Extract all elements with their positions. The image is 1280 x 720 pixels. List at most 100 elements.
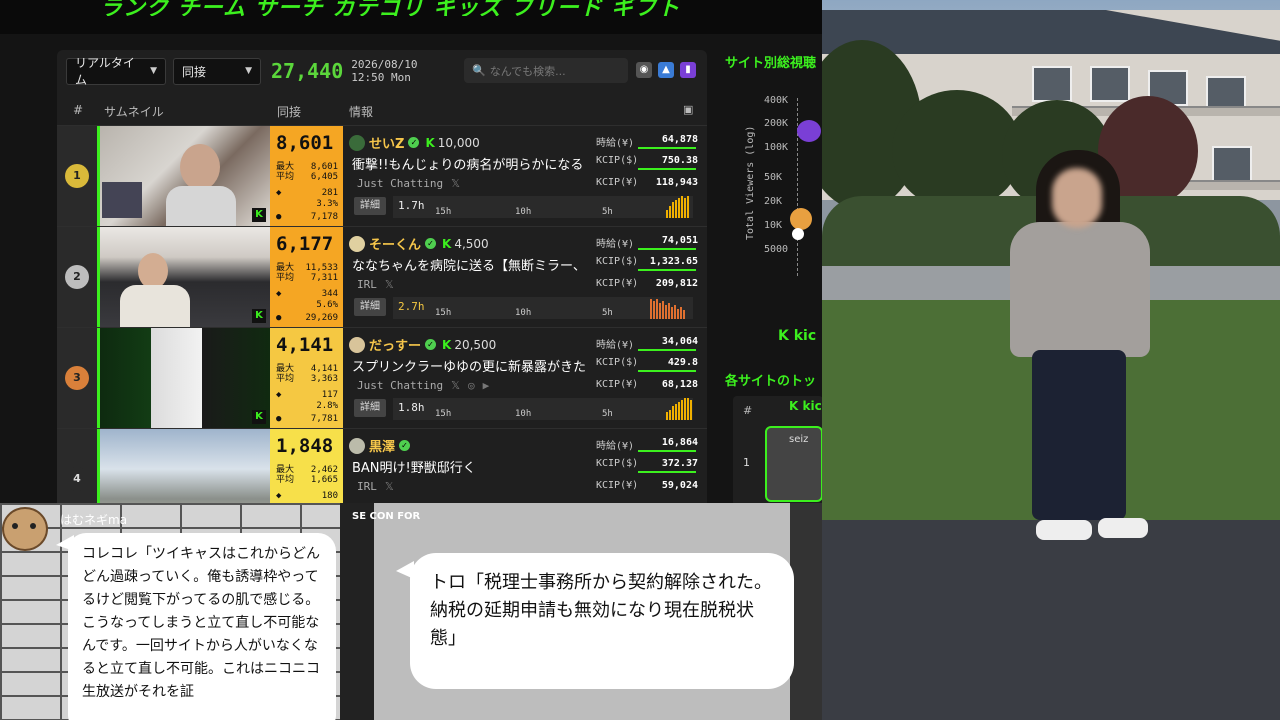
avatar [349, 336, 365, 353]
stream-info: 黒澤 ✓ BAN明け!野獣邸行く IRL 𝕏 [349, 429, 595, 503]
streamer-avatar-marker[interactable] [797, 120, 821, 142]
x-icon[interactable]: 𝕏 [385, 278, 394, 291]
earnings-bar [638, 349, 696, 351]
streamer-name[interactable]: だっすー ✓ K 20,500 [349, 335, 496, 354]
y-tick: 50K [764, 172, 783, 183]
metric-select-value: 同接 [182, 64, 207, 79]
stream-title[interactable]: 衝撃!!もんじょりの病名が明らかになる [352, 154, 590, 173]
table-row[interactable]: 3 K 4,141 最大 4,141 平均 3,363 ◆ 117 2.8% ● 7,7… [57, 327, 707, 428]
stream-title[interactable]: BAN明け!野獣邸行く [352, 457, 590, 476]
datetime: 2026/08/10 12:50 Mon [351, 58, 417, 84]
kcip-usd: KCIP($) 750.38 [596, 155, 698, 166]
follower-count: K 4,500 [442, 237, 489, 251]
date-text: 2026/08/10 [351, 58, 418, 71]
kcip-usd: KCIP($) 429.8 [596, 357, 698, 368]
timeline-tick: 10h [515, 308, 532, 318]
streamer-name[interactable]: そーくん ✓ K 4,500 [349, 234, 489, 253]
kick-icon: K [789, 399, 799, 413]
streamer-body [166, 186, 236, 226]
stat-3: ● 29,269 [276, 313, 338, 323]
kcip-jpy-value: 68,128 [661, 379, 698, 390]
x-icon[interactable]: 𝕏 [385, 480, 394, 493]
stat-3-value: 7,781 [310, 414, 338, 424]
earnings: 時給(¥) 16,864 KCIP($) 372.37 KCIP(¥) 59,024 [594, 429, 700, 503]
road [822, 520, 1280, 720]
timeline-tick: 15h [435, 207, 452, 217]
stream-thumbnail[interactable]: K [100, 126, 270, 226]
streamer-name[interactable]: せいZ ✓ K 10,000 [349, 133, 480, 152]
kick-icon: K [442, 236, 452, 251]
metric-select[interactable]: 同接 ▼ [173, 57, 261, 85]
earnings: 時給(¥) 34,064 KCIP($) 429.8 KCIP(¥) 68,128 [594, 328, 700, 428]
timeline-tick: 15h [435, 409, 452, 419]
kcip-jpy-value: 59,024 [661, 480, 698, 491]
table-row[interactable]: 1 K 8,601 最大 8,601 平均 6,405 ◆ 281 3.3% ● 7,1… [57, 125, 707, 226]
kcip-usd-label: KCIP($) [596, 155, 639, 166]
stream-thumbnail[interactable]: K [100, 227, 270, 327]
shoe [1036, 520, 1092, 540]
twitcasting-icon[interactable]: ◉ [636, 62, 652, 78]
col-rank: # [743, 404, 753, 417]
current-viewers: 1,848 [276, 435, 334, 457]
stream-info: せいZ ✓ K 10,000 衝撃!!もんじょりの病名が明らかになる Just Cha… [349, 126, 693, 226]
streamer-name-text: せいZ [369, 137, 405, 152]
hourly-value: 34,064 [661, 336, 698, 347]
detail-button[interactable]: 詳細 [354, 298, 386, 316]
image-icon[interactable]: ▣ [683, 103, 693, 116]
table-row[interactable]: 4 1,848 最大 2,462 平均 1,665 ◆ 180 黒澤 ✓ BAN明け!野… [57, 428, 707, 503]
stat-3: ● 7,781 [276, 414, 338, 424]
detail-button[interactable]: 詳細 [354, 399, 386, 417]
stream-thumbnail[interactable] [100, 429, 270, 503]
y-tick: 200K [764, 118, 789, 129]
stat-1: ◆ 117 [276, 390, 338, 400]
streamer-name[interactable]: 黒澤 ✓ [349, 436, 411, 455]
stream-duration: 2.7h [398, 300, 425, 313]
street-photo [822, 0, 1280, 720]
hourly-value: 74,051 [661, 235, 698, 246]
max-label: 最大 [276, 465, 295, 475]
viewer-sparkline [666, 398, 696, 420]
kick-icon: K [252, 208, 266, 222]
author-name: はむネギma [60, 513, 128, 527]
chevron-down-icon: ▼ [150, 66, 157, 76]
twitch-icon[interactable]: ▮ [680, 62, 696, 78]
rank-medal-gold: 1 [65, 164, 89, 188]
stat-1-value: 180 [321, 491, 338, 501]
kick-icon: K [425, 135, 435, 150]
current-viewers: 8,601 [276, 132, 334, 154]
kick-legend: K kic [778, 328, 816, 344]
streamer-avatar-marker[interactable] [790, 208, 812, 230]
viewer-box: 6,177 最大 11,533 平均 7,311 ◆ 344 5.6% ● 29,269 [270, 227, 343, 327]
total-viewers: 27,440 [271, 59, 344, 83]
stream-title[interactable]: ななちゃんを病院に送る【無断ミラー、 [352, 255, 590, 274]
kick-icon: K [252, 309, 266, 323]
panel-border [340, 503, 374, 720]
search-input[interactable]: 🔍 なんでも検索... [464, 58, 628, 83]
verified-icon: ✓ [408, 137, 420, 148]
rank-medal-silver: 2 [65, 265, 89, 289]
kcip-usd-value: 750.38 [661, 155, 698, 166]
niconico-icon[interactable]: ▲ [658, 62, 674, 78]
hourly-value: 64,878 [661, 134, 698, 145]
stream-thumbnail[interactable]: K [100, 328, 270, 428]
stream-info: そーくん ✓ K 4,500 ななちゃんを病院に送る【無断ミラー、 IRL 𝕏 詳細 2… [349, 227, 693, 327]
x-icon[interactable]: 𝕏 [451, 379, 460, 392]
stream-title[interactable]: スプリンクラーゆゆの更に新暴露がきた [352, 356, 590, 375]
category-text: IRL [357, 278, 377, 291]
top-streamer-card[interactable]: seiz [765, 426, 822, 502]
youtube-icon[interactable]: ▶ [483, 379, 490, 392]
earnings-bar [638, 168, 696, 170]
avg-value: 3,363 [310, 374, 338, 384]
speech-bubble-korekore: コレコレ「ツイキャスはこれからどんどん過疎っていく。俺も誘導枠やってるけど閲覧下… [68, 533, 336, 720]
window [1212, 146, 1252, 182]
col-rank: # [73, 103, 84, 117]
mode-select[interactable]: リアルタイム ▼ [66, 56, 166, 87]
instagram-icon[interactable]: ◎ [468, 379, 475, 392]
detail-button[interactable]: 詳細 [354, 197, 386, 215]
search-icon: 🔍 [472, 64, 486, 77]
chevron-down-icon: ▼ [245, 66, 252, 76]
panel-shadow [790, 503, 822, 720]
table-row[interactable]: 2 K 6,177 最大 11,533 平均 7,311 ◆ 344 5.6% ● 29… [57, 226, 707, 327]
x-icon[interactable]: 𝕏 [451, 177, 460, 190]
follower-count-value: 4,500 [454, 236, 489, 251]
